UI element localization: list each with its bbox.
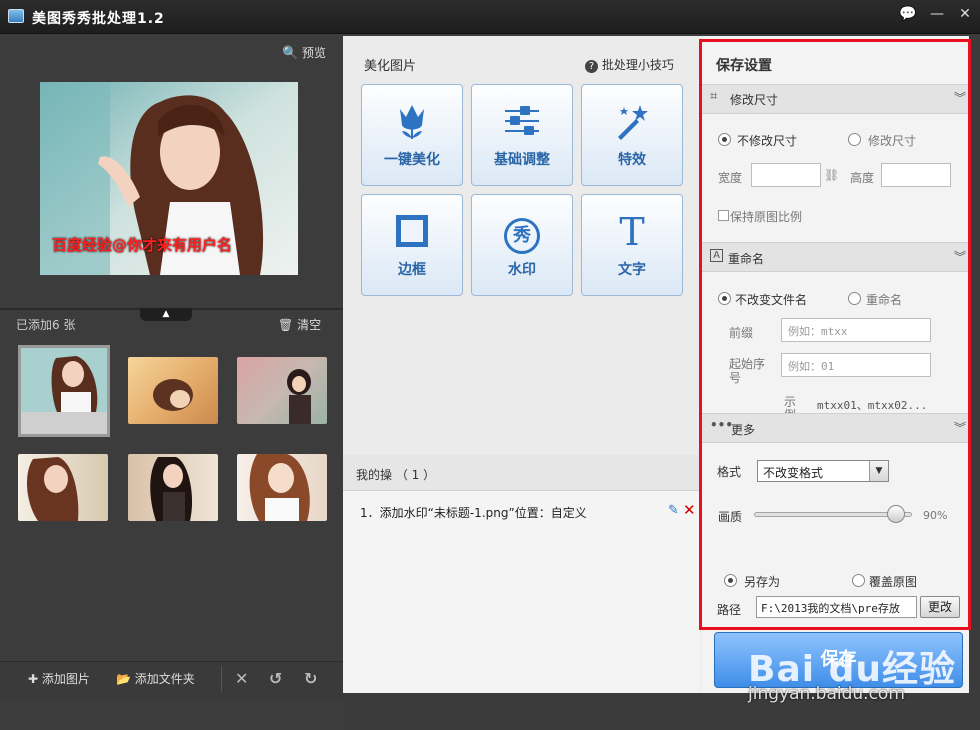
add-image-label: 添加图片 bbox=[41, 672, 90, 686]
tips-label: 批处理小技巧 bbox=[601, 58, 674, 72]
pencil-icon[interactable]: ✎ bbox=[668, 503, 679, 518]
tool-effects[interactable]: 特效 bbox=[581, 84, 683, 186]
watermark-seal-icon: 秀 bbox=[472, 211, 572, 254]
tulip-icon bbox=[362, 101, 462, 143]
tool-one-click-beautify[interactable]: 一键美化 bbox=[361, 84, 463, 186]
tool-label: 边框 bbox=[398, 262, 426, 278]
thumbnail-photo bbox=[150, 457, 193, 521]
tool-label: 一键美化 bbox=[384, 152, 440, 168]
thumbnail-image bbox=[21, 348, 107, 412]
tool-label: 基础调整 bbox=[494, 152, 550, 168]
operation-item[interactable]: 1．添加水印“未标题-1.png”位置：自定义 bbox=[360, 504, 587, 521]
tool-label: 水印 bbox=[508, 262, 536, 278]
toolbar-separator bbox=[221, 666, 222, 692]
folder-icon: 📂 bbox=[116, 672, 131, 686]
preview-label: 预览 bbox=[302, 46, 327, 60]
thumbnail-image[interactable] bbox=[237, 454, 327, 521]
magic-wand-icon bbox=[582, 101, 682, 143]
collapse-toggle[interactable]: ▲ bbox=[140, 308, 192, 321]
close-button[interactable]: ✕ bbox=[953, 4, 977, 24]
minimize-button[interactable]: — bbox=[925, 4, 949, 24]
rotate-right-icon[interactable]: ↻ bbox=[304, 669, 317, 688]
thumbnail-image[interactable] bbox=[237, 357, 327, 424]
add-image-button[interactable]: ✚ 添加图片 bbox=[28, 670, 90, 687]
magnify-doc-icon: 🔍 bbox=[282, 46, 299, 61]
tips-link[interactable]: ? 批处理小技巧 bbox=[585, 56, 674, 73]
add-folder-label: 添加文件夹 bbox=[134, 672, 195, 686]
watermark-text: 百度经验@你才来有用户名 bbox=[52, 236, 233, 254]
baidu-watermark-url: jingyan.baidu.com bbox=[748, 684, 905, 704]
tool-basic-adjust[interactable]: 基础调整 bbox=[471, 84, 573, 186]
tool-text[interactable]: T 文字 bbox=[581, 194, 683, 296]
add-folder-button[interactable]: 📂 添加文件夹 bbox=[116, 670, 195, 687]
rotate-left-icon[interactable]: ↺ bbox=[269, 669, 282, 688]
plus-icon: ✚ bbox=[28, 672, 39, 686]
triangle-up-icon: ▲ bbox=[162, 309, 170, 319]
clear-label: 清空 bbox=[297, 318, 322, 332]
thumbnail-photo bbox=[287, 369, 311, 424]
feedback-icon[interactable]: 💬 bbox=[896, 4, 920, 24]
thumbnail-photo bbox=[249, 454, 310, 521]
clear-button[interactable]: 🗑 清空 bbox=[278, 316, 321, 333]
thumbnail-image[interactable] bbox=[18, 454, 108, 521]
thumbnail-photo bbox=[153, 379, 193, 411]
app-icon bbox=[8, 9, 24, 23]
text-icon: T bbox=[619, 210, 645, 254]
frame-icon bbox=[362, 211, 462, 253]
main-preview-image: 百度经验@你才来有用户名 bbox=[40, 82, 298, 275]
tool-watermark[interactable]: 秀 水印 bbox=[471, 194, 573, 296]
beautify-title: 美化图片 bbox=[364, 59, 417, 74]
trash-icon: 🗑 bbox=[278, 318, 294, 332]
thumbnail-selected[interactable] bbox=[18, 345, 110, 437]
window-title: 美图秀秀批处理1.2 bbox=[32, 11, 165, 27]
tool-label: 文字 bbox=[618, 262, 646, 278]
highlight-box bbox=[699, 39, 971, 630]
thumbnail-image[interactable] bbox=[128, 454, 218, 521]
delete-x-icon[interactable]: ✕ bbox=[235, 669, 248, 688]
question-icon: ? bbox=[585, 60, 598, 73]
delete-icon[interactable]: ✕ bbox=[683, 501, 696, 519]
operations-title: 我的操 （ 1 ） bbox=[356, 468, 436, 482]
tool-frame[interactable]: 边框 bbox=[361, 194, 463, 296]
preview-button[interactable]: 🔍 预览 bbox=[282, 44, 326, 61]
thumbnail-photo bbox=[26, 457, 79, 521]
thumbnail-image[interactable] bbox=[128, 357, 218, 424]
tool-label: 特效 bbox=[618, 152, 646, 168]
added-count-label: 已添加6 张 bbox=[16, 318, 76, 332]
sliders-icon bbox=[472, 101, 572, 143]
